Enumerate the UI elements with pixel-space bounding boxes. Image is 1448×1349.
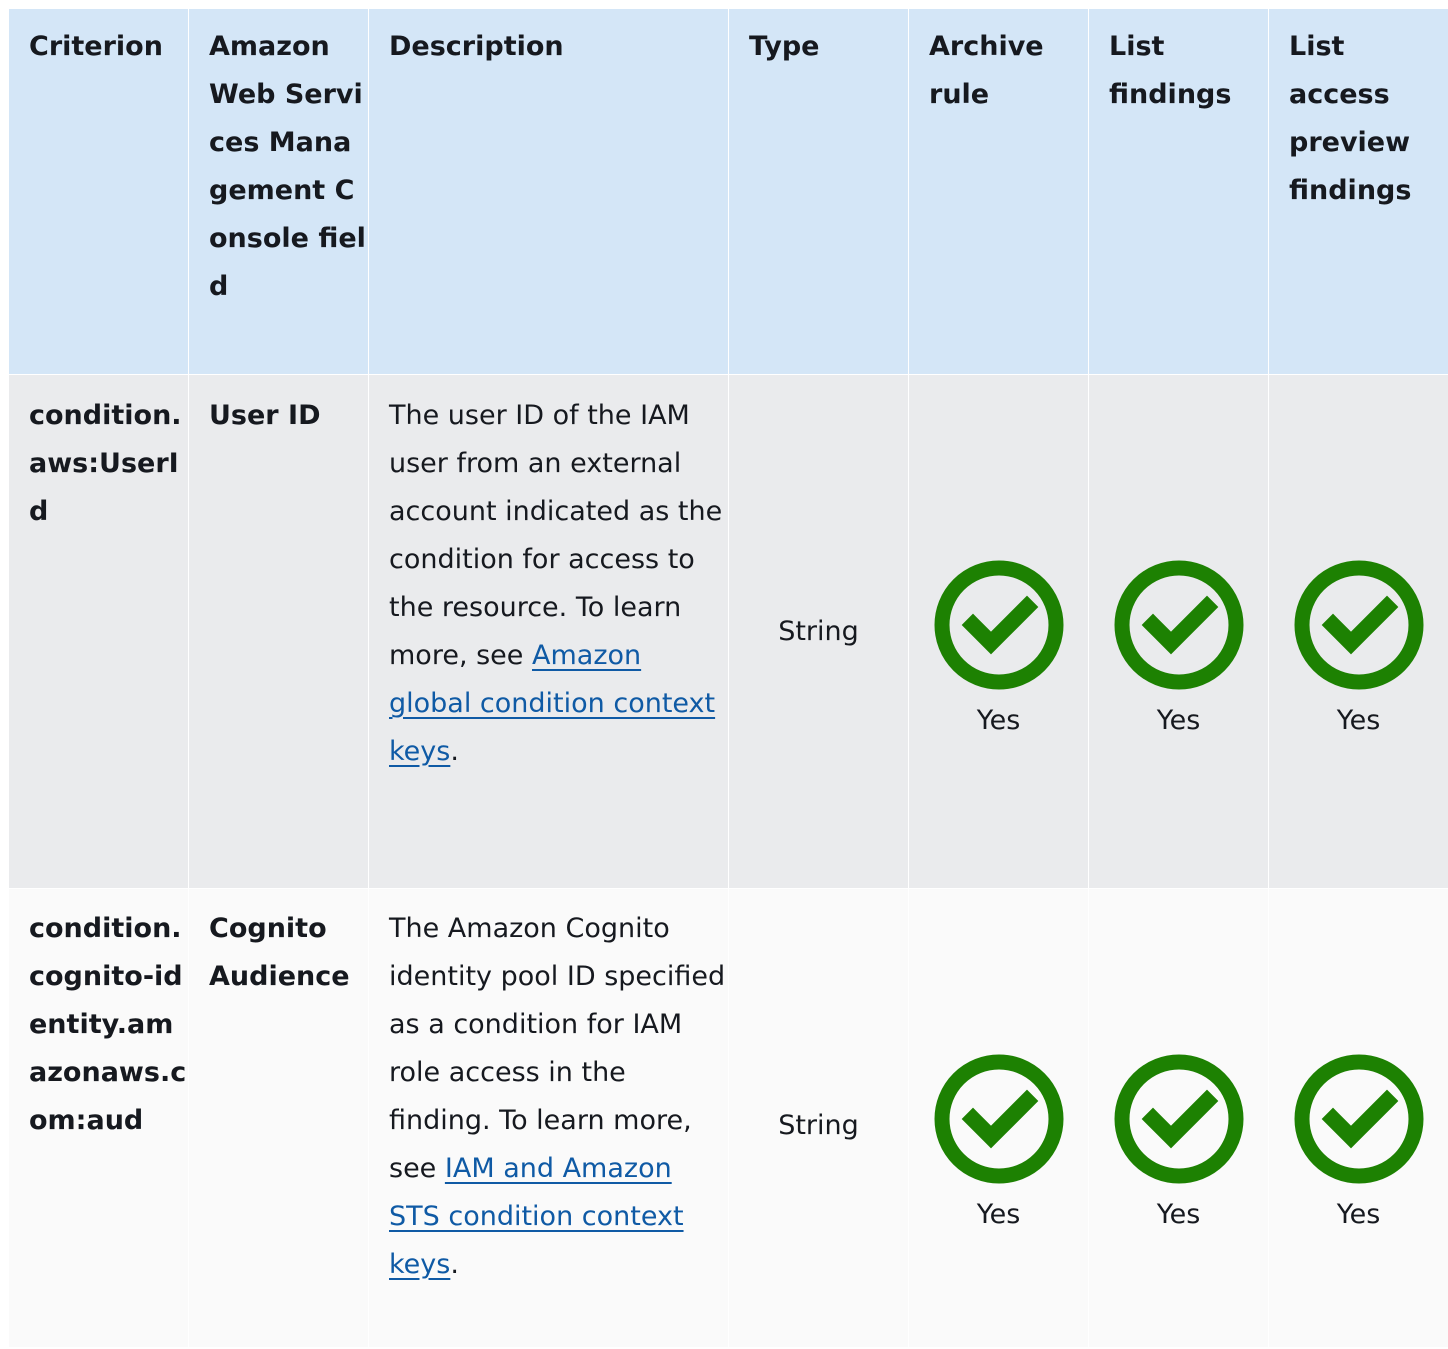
check-circle-icon (934, 560, 1063, 689)
list-access-preview-cell: Yes (1268, 888, 1448, 1348)
type-cell: String (728, 374, 909, 889)
type-cell: String (728, 888, 909, 1348)
check-circle-icon (1114, 1054, 1243, 1184)
support-label: Yes (1336, 704, 1381, 736)
header-description: Description (368, 8, 729, 375)
header-list-access-preview-findings: List access preview findings (1268, 8, 1448, 375)
description-text: The user ID of the IAM user from an exte… (389, 400, 723, 671)
header-criterion: Criterion (8, 8, 189, 375)
header-row: Criterion Amazon Web Services Management… (8, 8, 1448, 375)
header-list-findings: List findings (1088, 8, 1269, 375)
description-cell: The user ID of the IAM user from an exte… (368, 374, 729, 889)
check-circle-icon (1114, 560, 1243, 689)
table-row: condition.aws:UserId User ID The user ID… (8, 374, 1448, 889)
header-console-field-label: Amazon Web Services Management Console f… (209, 31, 366, 302)
criteria-table: Criterion Amazon Web Services Management… (8, 8, 1448, 1348)
support-label: Yes (976, 1199, 1021, 1230)
header-console-field: Amazon Web Services Management Console f… (188, 8, 369, 375)
list-findings-cell: Yes (1088, 374, 1269, 889)
description-text: The Amazon Cognito identity pool ID spec… (389, 913, 726, 1184)
description-period: . (450, 736, 459, 767)
check-circle-icon (1294, 1054, 1423, 1184)
support-label: Yes (1156, 1199, 1201, 1230)
criterion-cell: condition.cognito-identity.amazonaws.com… (8, 888, 189, 1348)
header-type: Type (728, 8, 909, 375)
description-period: . (450, 1249, 459, 1280)
description-cell: The Amazon Cognito identity pool ID spec… (368, 888, 729, 1348)
console-field-cell: User ID (188, 374, 369, 889)
archive-rule-cell: Yes (908, 888, 1089, 1348)
header-archive-rule: Archive rule (908, 8, 1089, 375)
support-label: Yes (976, 704, 1021, 736)
criterion-cell: condition.aws:UserId (8, 374, 189, 889)
table-row: condition.cognito-identity.amazonaws.com… (8, 888, 1448, 1348)
list-findings-cell: Yes (1088, 888, 1269, 1348)
archive-rule-cell: Yes (908, 374, 1089, 889)
support-label: Yes (1336, 1199, 1381, 1230)
list-access-preview-cell: Yes (1268, 374, 1448, 889)
check-circle-icon (1294, 560, 1423, 689)
support-label: Yes (1156, 704, 1201, 736)
console-field-cell: Cognito Audience (188, 888, 369, 1348)
check-circle-icon (934, 1054, 1063, 1184)
